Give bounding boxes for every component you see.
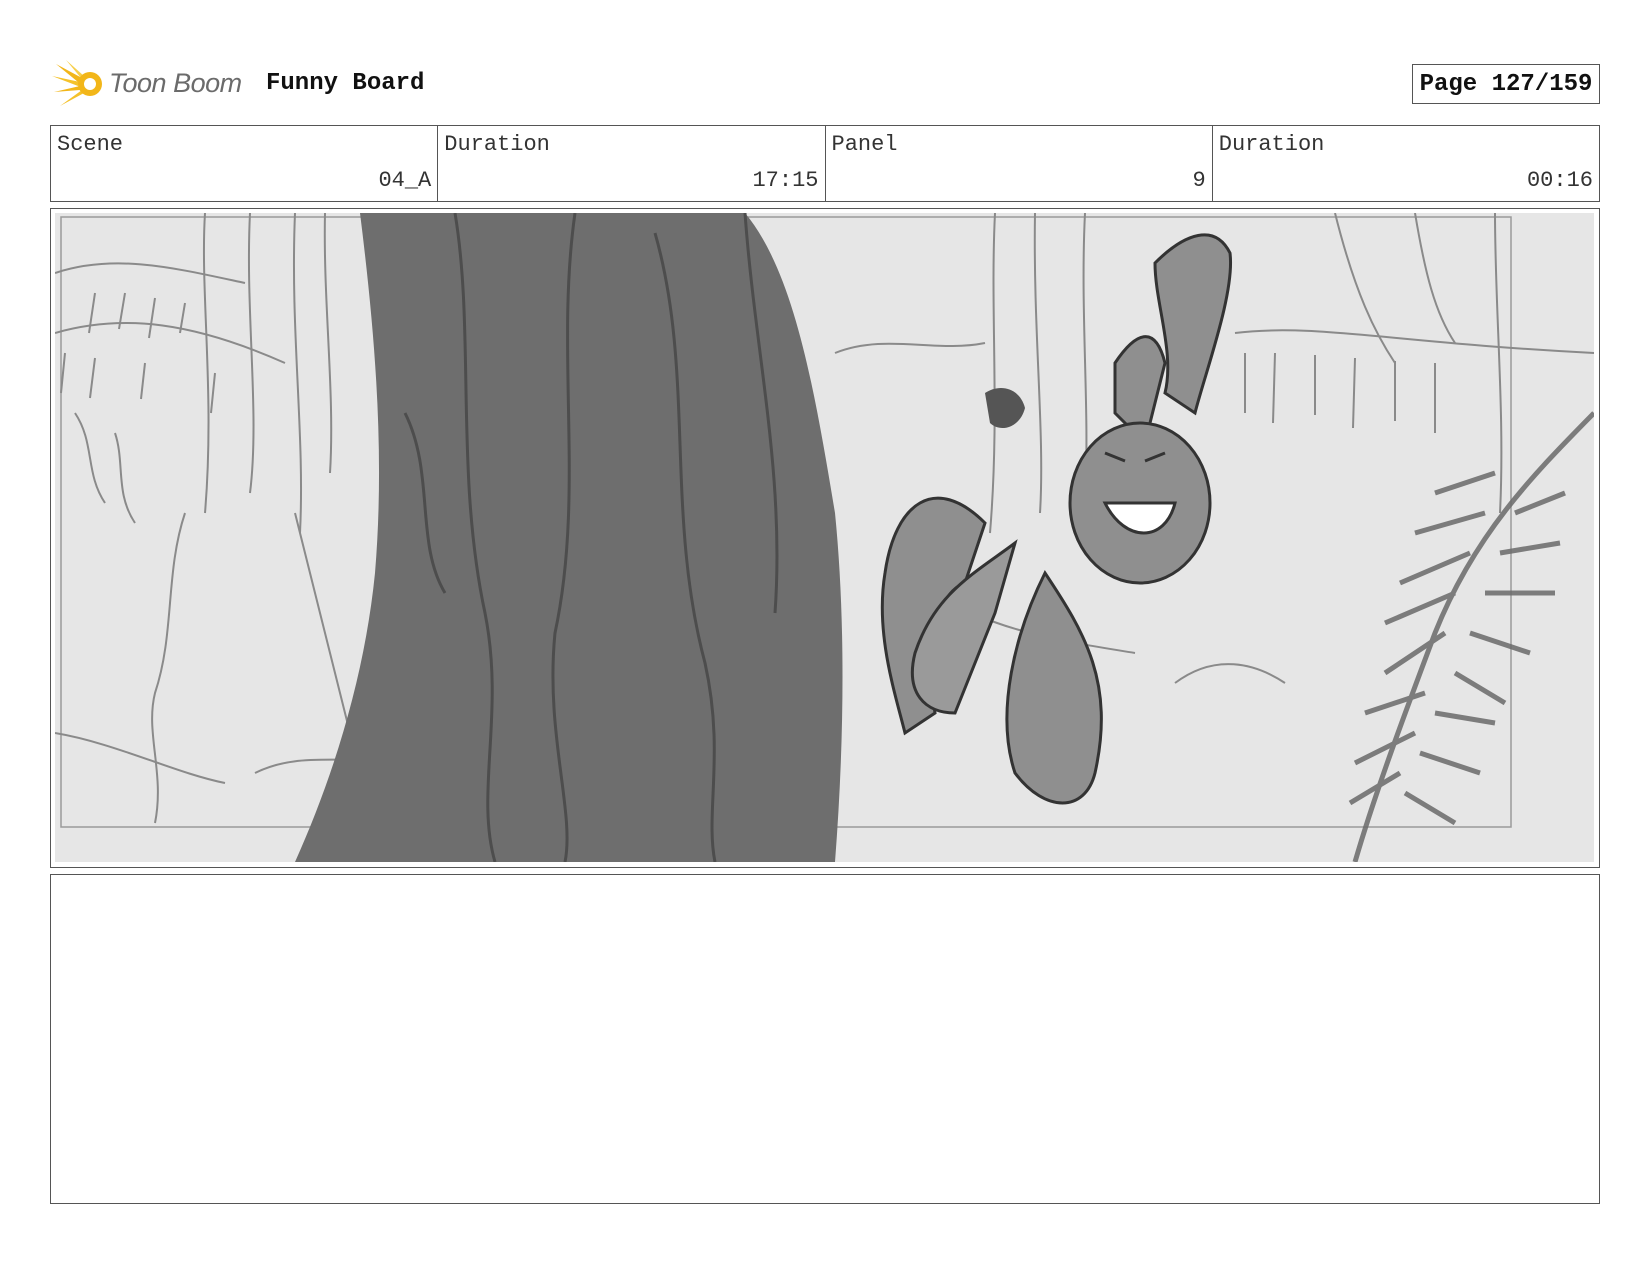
page-header: Toon Boom Funny Board Page 127/159 [52,58,1600,110]
panel-info-row: Scene 04_A Duration 17:15 Panel 9 Durati… [50,125,1600,202]
panel-cell: Panel 9 [826,126,1213,201]
toon-boom-logo: Toon Boom [52,58,252,110]
page-number-box: Page 127/159 [1412,64,1600,104]
palm-fronds [1348,411,1594,862]
storyboard-sketch [55,213,1594,862]
scene-value: 04_A [378,168,432,193]
toon-boom-sun-icon [52,60,102,106]
scene-duration-value: 17:15 [752,168,819,193]
panel-duration-value: 00:16 [1526,168,1593,193]
project-title: Funny Board [266,70,425,97]
scene-label: Scene [57,132,124,157]
logo-brand-text: Toon Boom [109,68,242,98]
panel-label: Panel [831,132,898,157]
scene-cell: Scene 04_A [51,126,439,201]
panel-value: 9 [1192,168,1206,193]
panel-duration-cell: Duration 00:16 [1213,126,1599,201]
panel-duration-label: Duration [1218,132,1325,157]
page-number: Page 127/159 [1419,70,1593,98]
jungle-sketch-illustration [55,213,1594,862]
storyboard-panel-frame [50,208,1600,868]
scene-duration-cell: Duration 17:15 [438,126,826,201]
character-figure [880,233,1233,805]
scene-duration-label: Duration [444,132,550,157]
background-trees-left [55,213,366,824]
panel-notes-box[interactable] [50,874,1600,1204]
